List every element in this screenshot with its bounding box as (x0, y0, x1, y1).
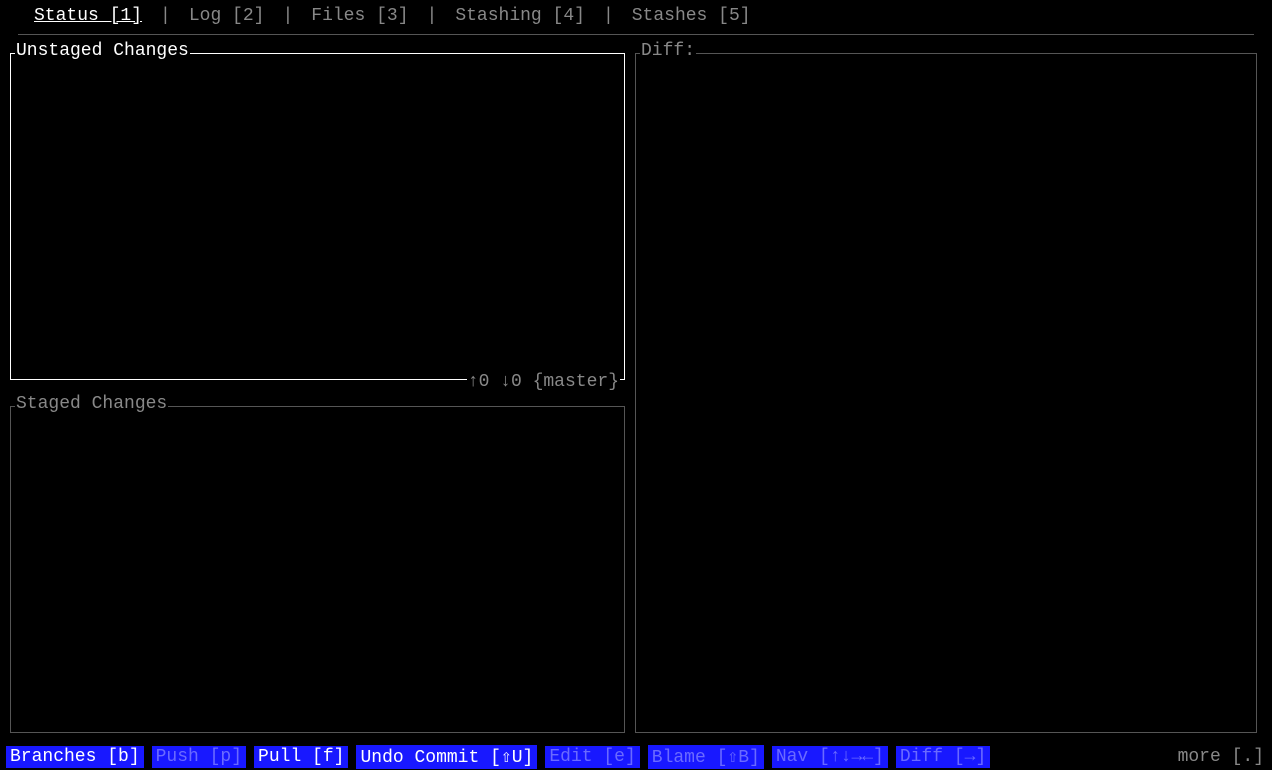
main-area: Unstaged Changes ↑0 ↓0 {master} Staged C… (0, 35, 1272, 733)
diff-title: Diff: (640, 41, 696, 61)
tab-stashes[interactable]: Stashes [5] (628, 6, 755, 26)
tab-separator: | (268, 6, 307, 26)
cmd-nav[interactable]: Nav [↑↓→←] (772, 746, 888, 768)
cmd-diff[interactable]: Diff [→] (896, 746, 990, 768)
diff-panel[interactable]: Diff: (635, 53, 1257, 733)
staged-changes-panel[interactable]: Staged Changes (10, 406, 625, 733)
command-bar: Branches [b] Push [p] Pull [f] Undo Comm… (0, 744, 1272, 770)
cmd-pull[interactable]: Pull [f] (254, 746, 348, 768)
branch-status: ↑0 ↓0 {master} (467, 372, 620, 392)
tab-files[interactable]: Files [3] (307, 6, 412, 26)
cmd-blame[interactable]: Blame [⇧B] (648, 745, 764, 769)
staged-title: Staged Changes (15, 394, 168, 414)
cmd-undo-commit[interactable]: Undo Commit [⇧U] (356, 745, 537, 769)
tab-separator: | (146, 6, 185, 26)
tab-bar: Status [1] | Log [2] | Files [3] | Stash… (0, 0, 1272, 34)
tab-separator: | (413, 6, 452, 26)
cmd-branches[interactable]: Branches [b] (6, 746, 144, 768)
unstaged-changes-panel[interactable]: Unstaged Changes ↑0 ↓0 {master} (10, 53, 625, 380)
tab-stashing[interactable]: Stashing [4] (451, 6, 589, 26)
cmd-push[interactable]: Push [p] (152, 746, 246, 768)
cmd-more[interactable]: more [.] (1178, 747, 1266, 767)
cmd-edit[interactable]: Edit [e] (545, 746, 639, 768)
left-column: Unstaged Changes ↑0 ↓0 {master} Staged C… (10, 53, 625, 733)
tab-status[interactable]: Status [1] (30, 6, 146, 26)
tab-separator: | (589, 6, 628, 26)
unstaged-title: Unstaged Changes (15, 41, 190, 61)
right-column: Diff: (635, 53, 1257, 733)
tab-log[interactable]: Log [2] (185, 6, 269, 26)
